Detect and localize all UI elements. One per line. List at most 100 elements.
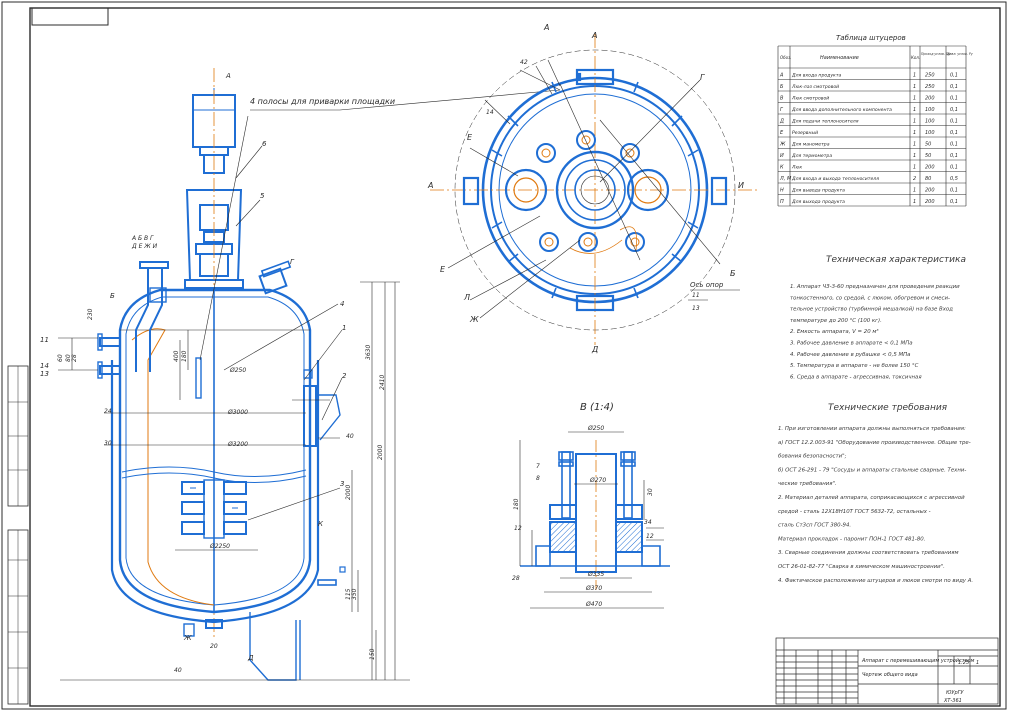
top-view-labels: А А Д А И Е Е Л Ж Г Б 42 Ось опор 14 11 … [427,23,744,354]
org: ЮУрГУ [946,690,964,696]
tech-req-title: Технические требования [828,403,948,413]
top-label-42: 42 [520,59,528,66]
callout-3: 3 [340,480,344,488]
top-label-14: 14 [486,109,494,116]
table-cell: 1 [913,73,916,79]
scale: 1:25 [958,660,969,666]
text-line: тельное устройство (турбинной мешалкой) … [790,307,953,313]
label-b: Б [110,292,115,300]
dim-h350: 350 [351,588,358,600]
label-30: 30 [104,440,112,447]
table-cell: 1 [913,130,916,136]
axis-of-support: Ось опор [690,281,724,289]
table-cell: Ж [779,142,786,148]
table-cell: 1 [913,142,916,148]
table-cell: Люк [791,165,802,171]
label-14: 14 [40,362,49,370]
table-cell: Для термометра [791,153,832,159]
table-cell: 200 [925,188,935,194]
drawing-sheet: А А Б В Г Д Е Ж И 4 полосы для приварки … [0,0,1010,713]
table-cell: Л, М [779,176,792,182]
table-cell: Люк-лаз смотровой [791,84,839,90]
table-header-cell: Обоз. [780,55,791,60]
label-40: 40 [346,433,354,440]
table-cell: 50 [925,153,931,159]
table-header-cell: Кол. [911,55,920,60]
table-header-cell: Давл. услов. Pу [946,52,973,56]
text-line: 1. Аппарат ЧЗ-3-60 предназначен для пров… [790,284,960,290]
table-cell: Б [780,84,784,90]
dim-d3000: Ø3000 [227,409,248,416]
table-cell: Люк смотровой [791,96,829,102]
table-cell: 0,1 [950,153,958,159]
top-label-g: Г [700,73,705,82]
table-cell: 0,1 [950,84,958,90]
nozzle-table-title: Таблица штуцеров [836,34,906,42]
table-cell: 200 [925,199,935,205]
text-line: 6. Среда в аппарате - агрессивная, токси… [790,374,922,380]
detail-d470: Ø470 [585,601,602,608]
text-line: а) ГОСТ 12.2.003-91 "Оборудование произв… [778,440,971,446]
tech-requirements: Технические требования 1. При изготовлен… [778,403,973,584]
table-cell: 100 [925,119,935,125]
table-cell: 0,1 [950,142,958,148]
dim-d2250: Ø2250 [209,543,230,550]
text-line: 3. Сварные соединения должны соответство… [778,550,959,556]
table-cell: 1 [913,188,916,194]
callout-5: 5 [260,192,265,200]
nozzle-table: Таблица штуцеров Обоз. Наименование Кол.Пр… [777,34,973,207]
detail-34: 34 [644,519,652,526]
nozzle-letters-row2: Д Е Ж И [131,243,158,250]
callout-2: 2 [342,372,347,380]
detail-title: В (1:4) [580,402,614,413]
top-label-a: А [543,23,549,32]
text-line: температуре до 200 °С (100 кг). [790,318,882,324]
dim-h150: 150 [369,648,376,660]
text-line: бования безопасности"; [778,454,847,460]
callout-4: 4 [340,300,344,308]
table-cell: 2 [913,176,916,182]
label-d: Д [247,654,254,662]
view-arrow-label: А [225,72,231,80]
table-cell: К [780,165,784,171]
table-cell: Для вывода продукта [791,188,845,194]
dim-h28: 28 [71,354,78,362]
top-label-a2: А [591,31,597,40]
table-cell: И [780,153,784,159]
note-strips: 4 полосы для приварки площадки [250,97,395,106]
table-header-cell: Проход услов. Dу [921,52,950,56]
table-cell: Е [780,130,784,136]
top-label-i: И [738,181,744,190]
table-cell: 0,1 [950,130,958,136]
table-cell: Резервный [792,130,818,136]
front-view-labels: А А Б В Г Д Е Ж И 4 полосы для приварки … [40,72,395,674]
table-cell: 1 [913,96,916,102]
table-header-cell: Наименование [820,55,859,61]
table-cell: Д [779,119,784,125]
label-k: К [318,520,324,528]
top-label-11: 11 [692,292,700,299]
detail-7: 7 [536,463,540,470]
nozzle-letters-row1: А Б В Г [131,235,154,242]
document-sub: Чертеж общего вида [862,672,918,678]
table-cell: 100 [925,107,935,113]
tech-spec: Техническая характеристика 1. Аппарат ЧЗ… [790,255,966,380]
text-line: ОСТ 26-01-82-77 "Сварка в химическом маш… [778,564,945,570]
top-label-l: Л [463,293,470,302]
table-cell: 250 [925,84,935,90]
table-cell: 250 [925,73,935,79]
text-line: ческие требования". [778,481,837,487]
dim-h2010: 2000 [377,445,384,460]
table-cell: 0,1 [950,96,958,102]
detail-d370: Ø370 [585,585,602,592]
table-cell: Для ввода дополнительного компонента [791,107,892,113]
detail-12: 12 [646,533,654,540]
text-line: сталь Ст3сп ГОСТ 380-94. [778,523,851,529]
text-line: 2. Материал деталей аппарата, соприкасаю… [778,495,965,501]
dim-h2410: 2410 [379,375,386,390]
table-cell: Для манометра [791,142,830,148]
top-label-a3: А [427,181,433,190]
table-cell: Для входа и выхода теплоносителя [791,176,879,182]
table-cell: Для входа продукта [791,73,842,79]
text-line: Материал прокладок - паронит ПОН-1 ГОСТ … [778,536,925,542]
